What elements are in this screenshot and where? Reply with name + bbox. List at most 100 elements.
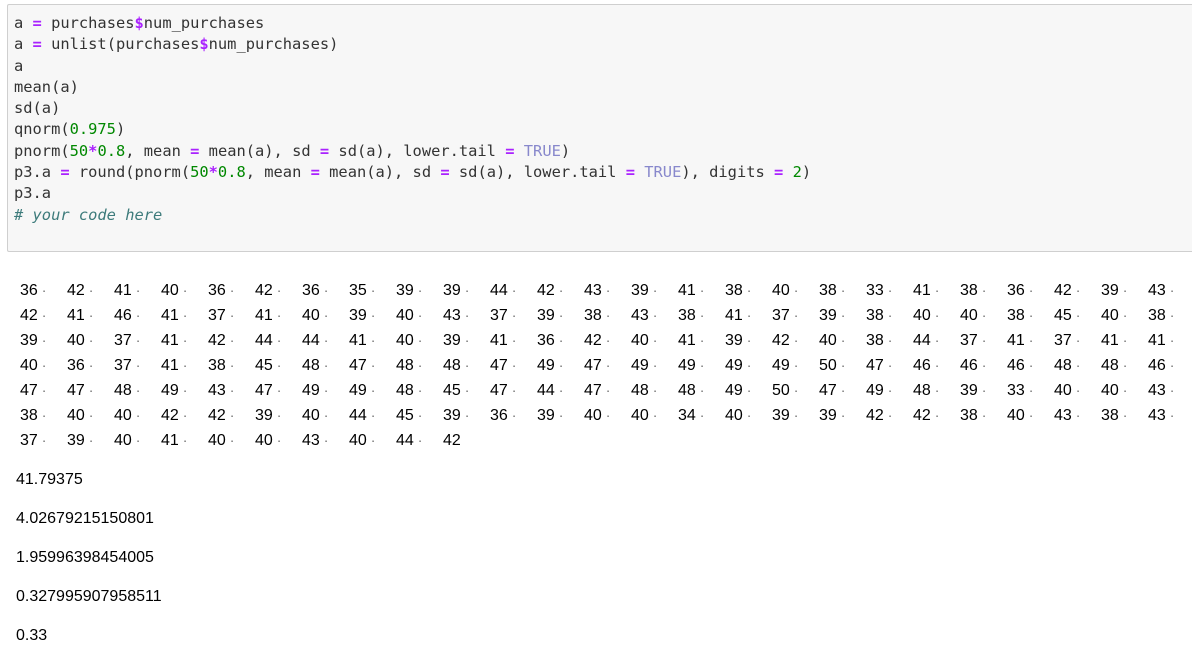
vector-element: 40 ·	[819, 332, 846, 349]
vector-element: 37 ·	[1054, 332, 1081, 349]
vector-element: 45 ·	[255, 357, 282, 374]
vector-element: 38 ·	[866, 332, 893, 349]
vector-element: 43 ·	[1054, 407, 1081, 424]
vector-element: 38 ·	[866, 307, 893, 324]
vector-row: 36 · 42 · 41 · 40 · 36 · 42 · 36 · 35 · 39 · 39 · 44 · 42 · 43 · 3…	[16, 282, 1192, 307]
vector-element: 49 ·	[537, 357, 564, 374]
vector-row: 42 · 41 · 46 · 41 · 37 · 41 · 40 · 39 · 40 · 43 · 37 · 39 · 38 · 4…	[16, 307, 1192, 332]
vector-element: 47 ·	[866, 357, 893, 374]
vector-element: 39 ·	[1101, 282, 1128, 299]
vector-element: 47 ·	[349, 357, 376, 374]
vector-element: 40 ·	[913, 307, 940, 324]
sd-output: 4.02679215150801	[16, 510, 154, 527]
vector-element: 41 ·	[490, 332, 517, 349]
vector-element: 40 ·	[772, 282, 799, 299]
vector-element: 38 ·	[208, 357, 235, 374]
vector-element: 40 ·	[1007, 407, 1034, 424]
vector-element: 39 ·	[255, 407, 282, 424]
vector-element: 40 ·	[1101, 307, 1128, 324]
vector-element: 38 ·	[1101, 407, 1128, 424]
vector-element: 40 ·	[349, 432, 376, 449]
vector-element: 36 ·	[302, 282, 329, 299]
vector-element: 41 ·	[161, 307, 188, 324]
vector-element: 41 ·	[161, 332, 188, 349]
vector-element: 38 ·	[678, 307, 705, 324]
vector-row: 39 · 40 · 37 · 41 · 42 · 44 · 44 · 41 · 40 · 39 · 41 · 36 · 42 · 4…	[16, 332, 1192, 357]
vector-element: 37 ·	[490, 307, 517, 324]
vector-element: 47 ·	[490, 357, 517, 374]
vector-element: 49 ·	[678, 357, 705, 374]
vector-element: 41 ·	[349, 332, 376, 349]
vector-element: 48 ·	[678, 382, 705, 399]
vector-element: 38 ·	[1148, 307, 1175, 324]
vector-element: 38 ·	[725, 282, 752, 299]
vector-element: 43 ·	[302, 432, 329, 449]
vector-element: 38 ·	[20, 407, 47, 424]
vector-element: 37 ·	[208, 307, 235, 324]
vector-element: 41 ·	[255, 307, 282, 324]
vector-element: 39 ·	[20, 332, 47, 349]
vector-element: 40 ·	[960, 307, 987, 324]
vector-element: 40 ·	[114, 407, 141, 424]
vector-element: 45 ·	[396, 407, 423, 424]
vector-element: 41 ·	[114, 282, 141, 299]
vector-element: 40 ·	[67, 332, 94, 349]
vector-element: 44 ·	[255, 332, 282, 349]
vector-element: 40 ·	[255, 432, 282, 449]
vector-element: 40 ·	[631, 407, 658, 424]
vector-element: 36 ·	[20, 282, 47, 299]
vector-element: 33 ·	[1007, 382, 1034, 399]
vector-row: 37 · 39 · 40 · 41 · 40 · 40 · 43 · 40 · 44 · 42	[16, 432, 1192, 457]
vector-element: 42	[443, 432, 461, 449]
vector-element: 40 ·	[161, 282, 188, 299]
vector-element: 40 ·	[20, 357, 47, 374]
vector-element: 43 ·	[1148, 407, 1175, 424]
vector-element: 34 ·	[678, 407, 705, 424]
vector-element: 43 ·	[631, 307, 658, 324]
vector-element: 49 ·	[772, 357, 799, 374]
vector-element: 40 ·	[114, 432, 141, 449]
vector-element: 39 ·	[960, 382, 987, 399]
vector-element: 47 ·	[490, 382, 517, 399]
vector-element: 48 ·	[1054, 357, 1081, 374]
vector-element: 41 ·	[1101, 332, 1128, 349]
vector-element: 42 ·	[20, 307, 47, 324]
vector-element: 47 ·	[67, 382, 94, 399]
vector-element: 48 ·	[1101, 357, 1128, 374]
vector-element: 39 ·	[631, 282, 658, 299]
vector-element: 40 ·	[396, 332, 423, 349]
vector-element: 50 ·	[819, 357, 846, 374]
vector-element: 44 ·	[490, 282, 517, 299]
vector-element: 40 ·	[1054, 382, 1081, 399]
vector-element: 41 ·	[1148, 332, 1175, 349]
vector-element: 45 ·	[443, 382, 470, 399]
vector-element: 36 ·	[67, 357, 94, 374]
vector-element: 43 ·	[584, 282, 611, 299]
vector-element: 48 ·	[396, 382, 423, 399]
vector-element: 48 ·	[443, 357, 470, 374]
vector-element: 37 ·	[114, 357, 141, 374]
vector-element: 41 ·	[913, 282, 940, 299]
vector-element: 42 ·	[208, 332, 235, 349]
vector-element: 40 ·	[302, 407, 329, 424]
vector-element: 40 ·	[67, 407, 94, 424]
vector-element: 35 ·	[349, 282, 376, 299]
vector-element: 48 ·	[396, 357, 423, 374]
vector-element: 43 ·	[208, 382, 235, 399]
vector-element: 39 ·	[819, 307, 846, 324]
vector-element: 38 ·	[960, 407, 987, 424]
vector-element: 43 ·	[443, 307, 470, 324]
vector-element: 48 ·	[302, 357, 329, 374]
vector-row: 40 · 36 · 37 · 41 · 38 · 45 · 48 · 47 · 48 · 48 · 47 · 49 · 47 · 4…	[16, 357, 1192, 382]
vector-element: 47 ·	[584, 382, 611, 399]
vector-element: 38 ·	[819, 282, 846, 299]
vector-element: 48 ·	[913, 382, 940, 399]
vector-element: 46 ·	[1148, 357, 1175, 374]
vector-element: 37 ·	[960, 332, 987, 349]
vector-element: 49 ·	[866, 382, 893, 399]
vector-element: 49 ·	[725, 357, 752, 374]
vector-element: 42 ·	[537, 282, 564, 299]
vector-element: 39 ·	[67, 432, 94, 449]
vector-element: 39 ·	[396, 282, 423, 299]
vector-element: 49 ·	[725, 382, 752, 399]
